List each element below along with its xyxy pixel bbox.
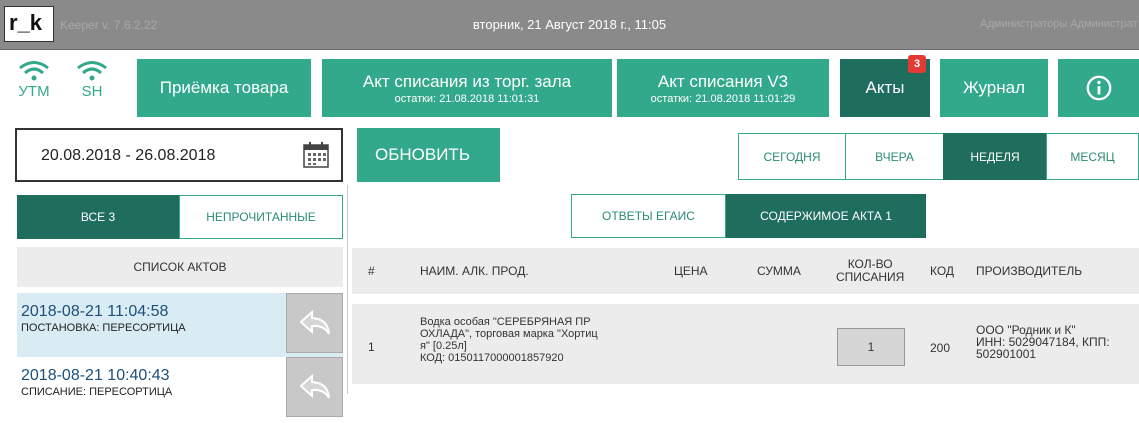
acts-list-header: СПИСОК АКТОВ [17, 247, 343, 287]
writeoff-qty-field[interactable]: 1 [837, 328, 905, 366]
row-producer: ООО "Родник и К" ИНН: 5029047184, КПП: 5… [976, 324, 1110, 360]
refresh-button[interactable]: ОБНОВИТЬ [357, 128, 500, 182]
acts-list-panel: ВСЕ 3 НЕПРОЧИТАННЫЕ СПИСОК АКТОВ 2018-08… [0, 185, 348, 423]
sh-status[interactable]: SH [72, 59, 112, 101]
writeoff-hall-label: Акт списания из торг. зала [362, 71, 572, 91]
col-price: ЦЕНА [674, 264, 708, 278]
top-nav: УТМ SH Приёмка товара Акт списания из то… [0, 51, 1139, 122]
period-today-button[interactable]: СЕГОДНЯ [738, 133, 846, 180]
filter-all-button[interactable]: ВСЕ 3 [17, 195, 179, 239]
table-row[interactable]: 1 Водка особая "СЕРЕБРЯНАЯ ПР ОХЛАДА", т… [352, 304, 1139, 384]
product-name-line3: я" [0.25л] [420, 340, 467, 352]
act-status: СПИСАНИЕ: ПЕРЕСОРТИЦА [21, 386, 173, 398]
info-button[interactable] [1058, 59, 1139, 117]
journal-button[interactable]: Журнал [940, 59, 1048, 117]
undo-arrow-icon [299, 373, 330, 399]
acts-label: Акты [865, 78, 905, 97]
row-product-name: Водка особая "СЕРЕБРЯНАЯ ПР ОХЛАДА", тор… [420, 316, 598, 364]
date-range-field[interactable]: 20.08.2018 - 26.08.2018 [15, 128, 343, 182]
table-header: # НАИМ. АЛК. ПРОД. ЦЕНА СУММА КОЛ-ВО СПИ… [352, 248, 1139, 294]
journal-label: Журнал [962, 78, 1026, 97]
product-name-line1: Водка особая "СЕРЕБРЯНАЯ ПР [420, 316, 591, 328]
wifi-icon [19, 61, 49, 81]
col-num: # [368, 264, 375, 278]
sh-label: SH [81, 83, 103, 100]
row-num: 1 [368, 340, 375, 354]
product-name-line2: ОХЛАДА", торговая марка "Хортиц [420, 328, 598, 340]
period-month-button[interactable]: МЕСЯЦ [1046, 133, 1139, 180]
product-code-line: КОД: 0150117000001857920 [420, 352, 564, 364]
col-name: НАИМ. АЛК. ПРОД. [420, 264, 529, 278]
act-list-item[interactable]: 2018-08-21 11:04:58 ПОСТАНОВКА: ПЕРЕСОРТ… [17, 293, 343, 359]
undo-button[interactable] [286, 293, 343, 353]
undo-button[interactable] [286, 357, 343, 417]
title-bar: r_k Keeper v. 7.6.2.22 вторник, 21 Авгус… [0, 0, 1139, 50]
producer-kpp: 502901001 [976, 347, 1037, 361]
row-code: 200 [930, 341, 951, 355]
writeoff-hall-button[interactable]: Акт списания из торг. зала остатки: 21.0… [322, 59, 612, 117]
writeoff-hall-sub: остатки: 21.08.2018 11:01:31 [394, 92, 540, 105]
period-week-button[interactable]: НЕДЕЛЯ [943, 133, 1047, 180]
writeoff-v3-label: Акт списания V3 [657, 71, 789, 91]
user-label: Администраторы Администрат [980, 18, 1138, 30]
writeoff-v3-button[interactable]: Акт списания V3 остатки: 21.08.2018 11:0… [617, 59, 829, 117]
current-datetime: вторник, 21 Август 2018 г., 11:05 [472, 17, 667, 32]
tab-egais-answers[interactable]: ОТВЕТЫ ЕГАИС [571, 194, 726, 238]
utm-label: УТМ [18, 83, 50, 100]
date-range-value: 20.08.2018 - 26.08.2018 [41, 147, 216, 164]
act-status: ПОСТАНОВКА: ПЕРЕСОРТИЦА [21, 322, 186, 334]
acts-button[interactable]: Акты 3 [840, 55, 930, 117]
col-code: КОД [930, 264, 955, 278]
col-sum: СУММА [757, 264, 801, 278]
col-qty-line2: СПИСАНИЯ [836, 270, 905, 284]
wifi-icon [77, 61, 107, 81]
utm-status[interactable]: УТМ [14, 59, 54, 101]
period-yesterday-button[interactable]: ВЧЕРА [845, 133, 944, 180]
receiving-label: Приёмка товара [159, 78, 289, 97]
receiving-button[interactable]: Приёмка товара [137, 59, 311, 117]
writeoff-v3-sub: остатки: 21.08.2018 11:01:29 [650, 92, 796, 105]
connection-status: УТМ SH [12, 59, 132, 117]
act-list-item[interactable]: 2018-08-21 10:40:43 СПИСАНИЕ: ПЕРЕСОРТИЦ… [17, 357, 343, 423]
act-datetime: 2018-08-21 11:04:58 [21, 303, 169, 320]
tab-act-content[interactable]: СОДЕРЖИМОЕ АКТА 1 [726, 194, 926, 238]
acts-badge: 3 [908, 55, 926, 73]
act-datetime: 2018-08-21 10:40:43 [21, 367, 170, 384]
info-icon [1086, 75, 1111, 101]
undo-arrow-icon [299, 309, 330, 335]
col-producer: ПРОИЗВОДИТЕЛЬ [976, 264, 1083, 278]
col-qty: КОЛ-ВО СПИСАНИЯ [836, 248, 904, 294]
calendar-icon[interactable] [301, 140, 331, 170]
filter-unread-button[interactable]: НЕПРОЧИТАННЫЕ [179, 195, 343, 239]
